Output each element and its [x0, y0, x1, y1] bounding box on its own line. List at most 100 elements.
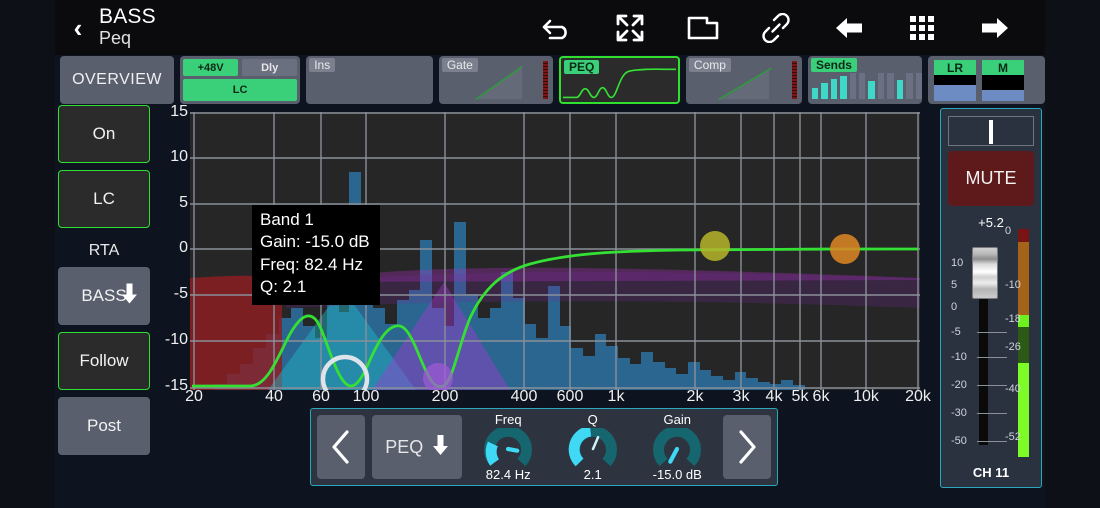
gate-cell[interactable]: Gate	[438, 56, 553, 104]
send-bar	[811, 88, 819, 99]
meter-tick: -26	[1005, 341, 1021, 353]
insert-label: Ins	[309, 58, 336, 72]
send-bar	[859, 73, 866, 99]
send-bar	[868, 80, 875, 99]
pan-slider[interactable]	[948, 116, 1034, 146]
m-level-fill	[982, 90, 1025, 101]
gate-curve-icon	[475, 65, 523, 100]
undo-icon[interactable]	[540, 11, 574, 45]
sends-cell[interactable]: Sends	[807, 56, 923, 104]
rta-follow-label: Follow	[79, 351, 129, 370]
x-tick: 60	[312, 388, 330, 405]
fader-tick: -30	[951, 407, 967, 419]
arrow-left-icon[interactable]	[832, 11, 866, 45]
lowcut-button[interactable]: LC	[183, 79, 298, 101]
pan-thumb	[989, 120, 993, 144]
lr-level-fill	[934, 84, 977, 101]
phantom-button[interactable]: +48V	[183, 59, 239, 76]
x-tick: 20	[185, 388, 203, 405]
y-tick: 5	[179, 194, 188, 211]
q-knob[interactable]: Q 2.1	[554, 412, 632, 482]
low-cut-button[interactable]: LC	[58, 170, 150, 228]
fader-tick: 10	[951, 257, 964, 269]
meter-tick: -40	[1005, 383, 1021, 395]
band-tooltip: Band 1 Gain: -15.0 dB Freq: 82.4 Hz Q: 2…	[252, 205, 380, 305]
left-bezel	[0, 0, 55, 508]
freq-knob-value: 82.4 Hz	[485, 467, 531, 482]
eq-y-axis: 15 10 5 0 -5 -10 -15	[158, 103, 188, 397]
peq-cell[interactable]: PEQ	[558, 56, 680, 104]
fader-tick: -5	[951, 326, 961, 338]
grid-icon[interactable]	[905, 11, 939, 45]
rta-post-button[interactable]: Post	[58, 397, 150, 455]
x-tick: 600	[556, 388, 584, 405]
x-tick: 1k	[607, 388, 625, 405]
x-tick: 5k	[791, 388, 809, 405]
x-tick: 200	[431, 388, 459, 405]
lr-label: LR	[934, 60, 977, 75]
fader-tick: 0	[951, 301, 958, 313]
lr-assign[interactable]: LR	[934, 60, 977, 101]
q-knob-dial	[568, 428, 617, 467]
delay-button[interactable]: Dly	[242, 59, 298, 76]
next-band-button[interactable]	[723, 415, 771, 479]
bus-assign-cell[interactable]: LR M	[928, 56, 1046, 104]
arrow-right-icon[interactable]	[978, 11, 1012, 45]
m-assign[interactable]: M	[982, 60, 1025, 101]
fader-tick-line	[977, 441, 1007, 442]
bus-assign-group: LR M	[934, 60, 1025, 101]
sends-bars	[811, 73, 922, 99]
freq-knob[interactable]: Freq 82.4 Hz	[469, 412, 547, 482]
send-bar	[840, 76, 847, 99]
insert-cell[interactable]: Ins	[306, 56, 433, 104]
fader-tick-line	[977, 413, 1007, 414]
tooltip-freq: Freq: 82.4 Hz	[260, 254, 363, 274]
rta-source-label: BASS	[81, 286, 127, 305]
prev-band-button[interactable]	[317, 415, 365, 479]
rta-follow-button[interactable]: Follow	[58, 332, 150, 390]
meter-tick: -18	[1005, 313, 1021, 325]
left-control-column: On LC RTA BASS Follow Post	[58, 105, 150, 462]
gain-knob[interactable]: Gain -15.0 dB	[638, 412, 716, 482]
expand-icon[interactable]	[613, 11, 647, 45]
band-selector-label: PEQ	[385, 436, 424, 457]
channel-fader[interactable]: 10 5 0 -5 -10 -20 -30 -50	[951, 237, 1007, 447]
send-bar	[849, 73, 857, 99]
fader-value: +5.2	[978, 215, 1004, 230]
folder-icon[interactable]	[686, 11, 720, 45]
link-icon[interactable]	[759, 11, 793, 45]
gain-knob-value: -15.0 dB	[652, 467, 702, 482]
gain-knob-label: Gain	[663, 412, 691, 427]
rta-source-button[interactable]: BASS	[58, 267, 150, 325]
x-tick: 6k	[812, 388, 830, 405]
eq-on-button[interactable]: On	[58, 105, 150, 163]
x-tick: 40	[265, 388, 283, 405]
back-chevron-icon[interactable]: ‹	[63, 15, 93, 41]
eq-graph[interactable]: Band 1 Gain: -15.0 dB Freq: 82.4 Hz Q: 2…	[190, 112, 920, 390]
peq-curve-icon	[562, 68, 676, 99]
meter-tick: 0	[1005, 225, 1012, 237]
mute-button[interactable]: MUTE	[948, 151, 1034, 206]
preamp-cell[interactable]: +48V Dly LC	[180, 56, 301, 104]
overview-label: OVERVIEW	[72, 71, 163, 88]
comp-cell[interactable]: Comp	[685, 56, 802, 104]
comp-reduction-meter	[791, 61, 797, 99]
send-bar	[887, 73, 894, 99]
freq-knob-label: Freq	[494, 412, 522, 427]
send-bar	[830, 78, 838, 99]
fader-handle[interactable]	[972, 247, 998, 299]
q-knob-label: Q	[587, 412, 598, 427]
q-knob-value: 2.1	[583, 467, 602, 482]
right-bezel	[1045, 0, 1100, 508]
lr-level-bar	[934, 75, 977, 101]
tooltip-band: Band 1	[260, 210, 314, 229]
send-bar	[915, 73, 922, 99]
band-selector-button[interactable]: PEQ	[371, 415, 463, 479]
y-tick: -5	[173, 285, 188, 302]
overview-button[interactable]: OVERVIEW	[60, 56, 175, 104]
fader-tick-line	[977, 332, 1007, 333]
eq-x-axis: 20 40 60 100 200 400 600 1k 2k 3k 4k 5k 6k 10k 20k	[180, 388, 931, 408]
band-4-region	[286, 271, 920, 308]
fader-tick: -50	[951, 435, 967, 447]
comp-curve-icon	[718, 67, 772, 101]
